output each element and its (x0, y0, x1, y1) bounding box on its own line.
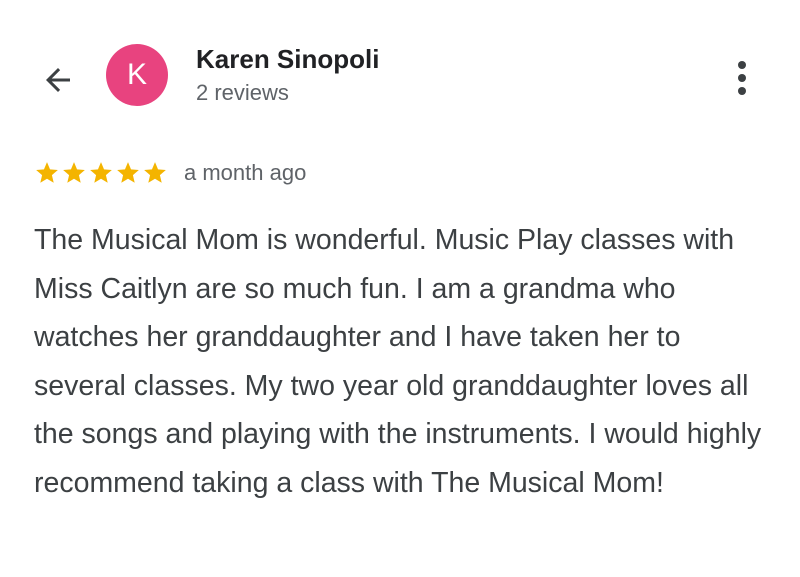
avatar[interactable]: K (106, 44, 168, 106)
review-date: a month ago (184, 160, 307, 185)
more-vert-icon (738, 61, 746, 69)
review-text: The Musical Mom is wonderful. Music Play… (34, 224, 762, 499)
star-icon (117, 162, 139, 183)
review-header: K Karen Sinopoli 2 reviews (0, 0, 800, 140)
avatar-letter: K (126, 58, 147, 91)
back-button[interactable] (34, 56, 82, 104)
more-vert-icon-dot (738, 87, 746, 95)
more-options-button[interactable] (724, 56, 760, 100)
more-vert-icon-dot (738, 74, 746, 82)
reviewer-name[interactable]: Karen Sinopoli (196, 44, 379, 75)
star-icon (90, 162, 112, 183)
arrow-left-icon (46, 68, 70, 92)
star-icon (63, 162, 85, 183)
reviews-count: 2 reviews (196, 80, 289, 105)
rating-row: a month ago (34, 156, 306, 190)
star-rating (34, 160, 168, 186)
star-icon (36, 162, 58, 183)
star-icon (144, 162, 166, 183)
